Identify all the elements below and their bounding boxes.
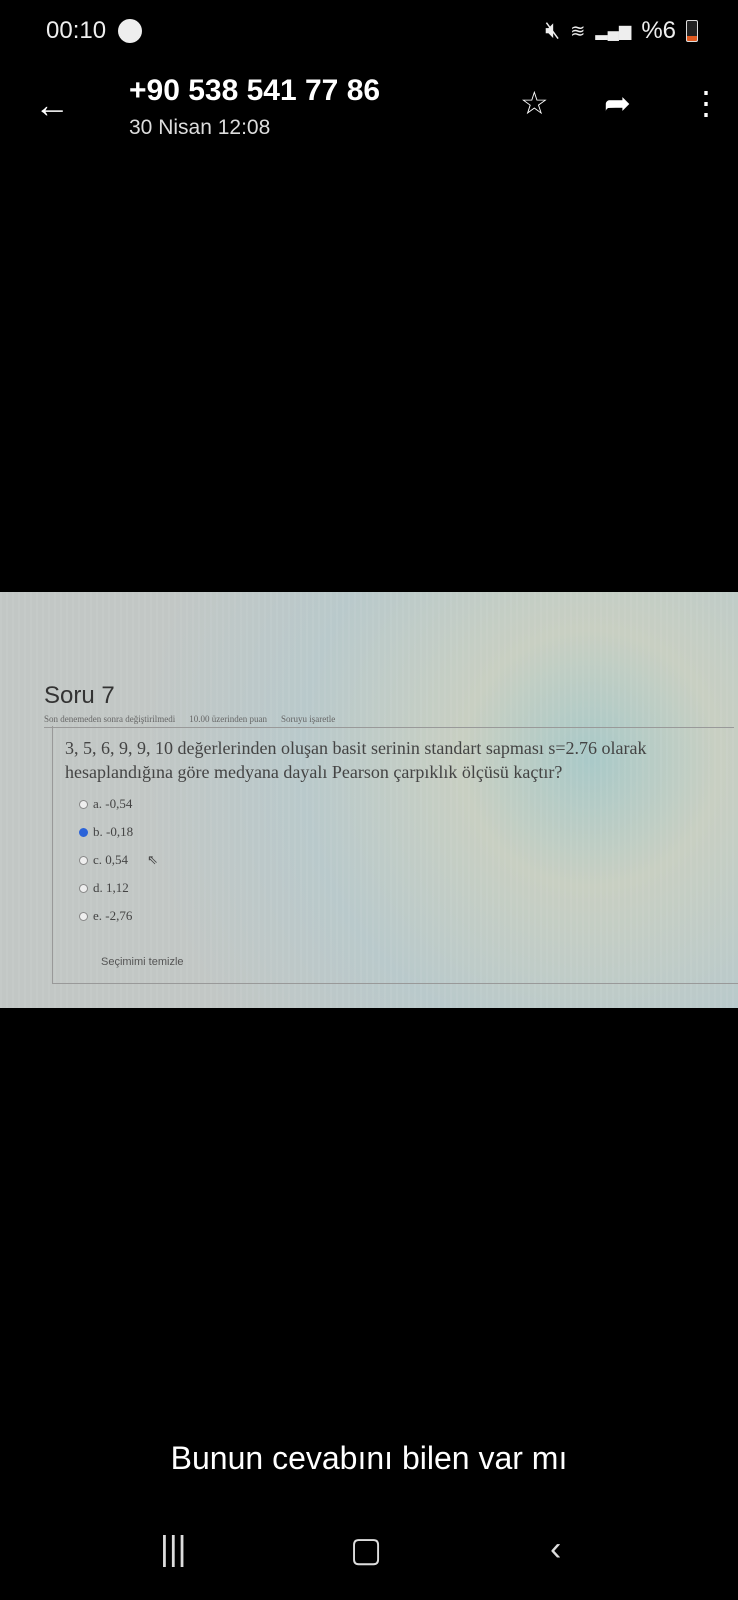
option-e: e. -2,76 (79, 908, 132, 924)
question-title: Soru 7 (44, 682, 115, 709)
radio-icon (79, 855, 88, 865)
message-caption: Bunun cevabını bilen var mı (170, 1440, 568, 1476)
option-label: b. -0,18 (93, 824, 134, 839)
option-d: d. 1,12 (79, 880, 129, 896)
wifi-icon: ≋ (570, 20, 586, 41)
clear-selection-link: Seçimimi temizle (101, 956, 184, 968)
mute-icon: 🔇︎ (545, 17, 561, 44)
navigation-bar: ||| ▢ ‹ (0, 1530, 738, 1590)
option-b: b. -0,18 (79, 824, 133, 840)
option-label: a. -0,54 (93, 796, 133, 811)
radio-icon (79, 911, 88, 921)
message-header: ← +90 538 541 77 86 30 Nisan 12:08 ☆ ➦ ⋮ (0, 70, 738, 150)
star-icon[interactable]: ☆ (520, 84, 549, 122)
meta-points: 10.00 üzerinden puan (189, 714, 267, 724)
meta-status: Son denemeden sonra değiştirilmedi (44, 714, 176, 724)
option-label: c. 0,54 (93, 852, 129, 867)
share-icon[interactable]: ➦ (604, 84, 631, 122)
back-arrow-icon[interactable]: ← (34, 84, 70, 126)
quiz-photo[interactable]: Soru 7 Son denemeden sonra değiştirilmed… (0, 592, 738, 1008)
spotify-icon (118, 19, 143, 43)
signal-icon: ▂▄▆ (595, 23, 632, 40)
recent-apps-icon[interactable]: ||| (160, 1530, 187, 1569)
clock: 00:10 (46, 17, 107, 44)
flag-question: Soruyu işaretle (280, 714, 336, 724)
cursor-icon: ⇖ (147, 852, 158, 867)
option-label: d. 1,12 (93, 880, 129, 895)
radio-icon (79, 883, 88, 893)
question-box: 3, 5, 6, 9, 9, 10 değerlerinden oluşan b… (52, 726, 738, 984)
home-icon[interactable]: ▢ (350, 1530, 382, 1570)
more-options-icon[interactable]: ⋮ (690, 84, 722, 122)
radio-icon (79, 799, 88, 809)
back-nav-icon[interactable]: ‹ (550, 1530, 561, 1569)
battery-icon (686, 20, 698, 42)
status-bar: 00:10 🔇︎ ≋ ▂▄▆ %6 (46, 14, 698, 48)
question-text: 3, 5, 6, 9, 9, 10 değerlerinden oluşan b… (65, 738, 647, 782)
message-date: 30 Nisan 12:08 (129, 116, 271, 139)
radio-selected-icon (79, 827, 88, 837)
battery-percent: %6 (641, 17, 676, 44)
sender-number: +90 538 541 77 86 (129, 74, 381, 107)
option-a: a. -0,54 (79, 796, 132, 812)
option-label: e. -2,76 (93, 908, 133, 923)
option-c: c. 0,54 ⇖ (79, 852, 158, 868)
